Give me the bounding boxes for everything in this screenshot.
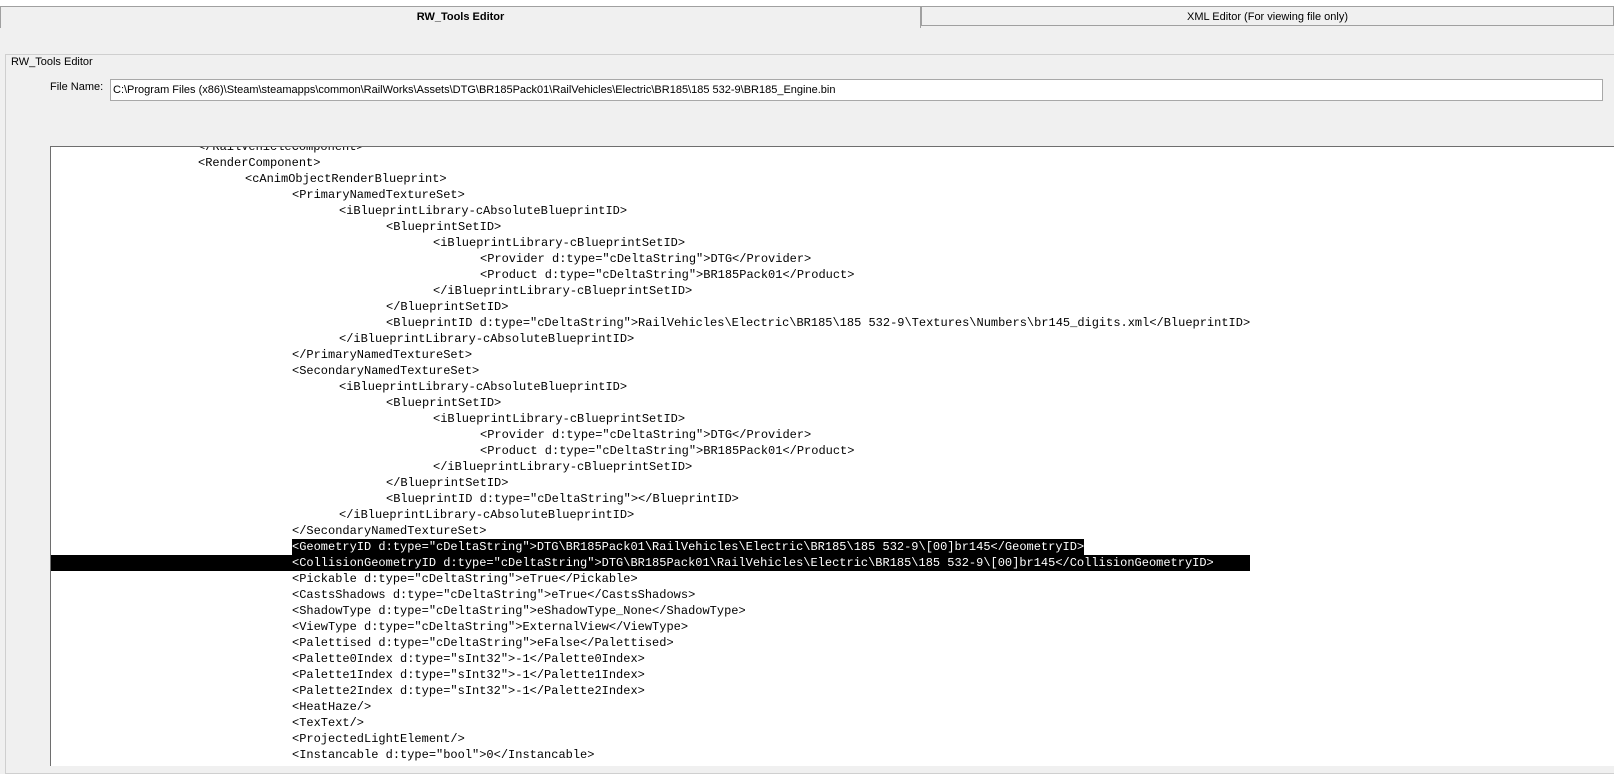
xml-line: <Palette0Index d:type="sInt32">-1</Palet… (55, 651, 1250, 667)
tab-divider (921, 7, 926, 26)
xml-line-text: <Product d:type="cDeltaString">BR185Pack… (480, 268, 855, 282)
xml-text-content: </RailVehicleComponent> <RenderComponent>… (51, 146, 1251, 763)
xml-line-text: <GeometryID d:type="cDeltaString">DTG\BR… (292, 539, 1085, 555)
xml-line-text: </PrimaryNamedTextureSet> (292, 348, 473, 362)
xml-line-text: <iBlueprintLibrary-cAbsoluteBlueprintID> (339, 380, 628, 394)
xml-line-text: <iBlueprintLibrary-cBlueprintSetID> (433, 236, 686, 250)
xml-line-text: </BlueprintSetID> (386, 476, 509, 490)
tab-xml-editor-label: XML Editor (For viewing file only) (1187, 11, 1348, 23)
xml-line-text: <ViewType d:type="cDeltaString">External… (292, 620, 689, 634)
tab-bar: RW_Tools Editor XML Editor (For viewing … (0, 6, 1614, 28)
xml-line-text: <Provider d:type="cDeltaString">DTG</Pro… (480, 428, 812, 442)
xml-line: <RenderComponent> (55, 155, 1250, 171)
xml-line-text: <Palette0Index d:type="sInt32">-1</Palet… (292, 652, 645, 666)
xml-line: </SecondaryNamedTextureSet> (55, 523, 1250, 539)
xml-line: <BlueprintID d:type="cDeltaString">RailV… (55, 315, 1250, 331)
xml-line-text: <CollisionGeometryID d:type="cDeltaStrin… (292, 555, 1214, 571)
xml-line: <Provider d:type="cDeltaString">DTG</Pro… (55, 251, 1250, 267)
xml-line: <GeometryID d:type="cDeltaString">DTG\BR… (55, 539, 1250, 555)
xml-line-text: <BlueprintID d:type="cDeltaString">RailV… (386, 316, 1251, 330)
xml-line: </iBlueprintLibrary-cBlueprintSetID> (55, 283, 1250, 299)
xml-line-text: <BlueprintID d:type="cDeltaString"></Blu… (386, 492, 739, 506)
xml-line: <Product d:type="cDeltaString">BR185Pack… (55, 267, 1250, 283)
xml-line-text: </RailVehicleComponent> (198, 146, 364, 154)
group-title: RW_Tools Editor (10, 56, 94, 68)
xml-line-text: </iBlueprintLibrary-cBlueprintSetID> (433, 284, 693, 298)
xml-line-text: <BlueprintSetID> (386, 396, 502, 410)
xml-line-text: <PrimaryNamedTextureSet> (292, 188, 465, 202)
xml-line: <Pickable d:type="cDeltaString">eTrue</P… (55, 571, 1250, 587)
xml-line-text: <BlueprintSetID> (386, 220, 502, 234)
xml-line-text: <ProjectedLightElement/> (292, 732, 465, 746)
xml-line: </iBlueprintLibrary-cAbsoluteBlueprintID… (55, 331, 1250, 347)
xml-line: <Instancable d:type="bool">0</Instancabl… (55, 747, 1250, 763)
xml-line-text: <HeatHaze/> (292, 700, 372, 714)
xml-line: <TexText/> (55, 715, 1250, 731)
xml-line-text: <cAnimObjectRenderBlueprint> (245, 172, 447, 186)
xml-line: <Product d:type="cDeltaString">BR185Pack… (55, 443, 1250, 459)
xml-line-text: </iBlueprintLibrary-cAbsoluteBlueprintID… (339, 332, 635, 346)
xml-line-text: </iBlueprintLibrary-cBlueprintSetID> (433, 460, 693, 474)
xml-line: <BlueprintID d:type="cDeltaString"></Blu… (55, 491, 1250, 507)
xml-line: <BlueprintSetID> (55, 219, 1250, 235)
xml-line: <CollisionGeometryID d:type="cDeltaStrin… (51, 555, 1251, 571)
xml-line: <ViewType d:type="cDeltaString">External… (55, 619, 1250, 635)
xml-line-text: </SecondaryNamedTextureSet> (292, 524, 487, 538)
file-name-field[interactable]: C:\Program Files (x86)\Steam\steamapps\c… (110, 79, 1603, 101)
xml-line-text: <Instancable d:type="bool">0</Instancabl… (292, 748, 595, 762)
xml-line-text: </BlueprintSetID> (386, 300, 509, 314)
xml-line: <iBlueprintLibrary-cBlueprintSetID> (55, 235, 1250, 251)
xml-line: <HeatHaze/> (55, 699, 1250, 715)
xml-line: <SecondaryNamedTextureSet> (55, 363, 1250, 379)
xml-line: <CastsShadows d:type="cDeltaString">eTru… (55, 587, 1250, 603)
xml-line: </iBlueprintLibrary-cBlueprintSetID> (55, 459, 1250, 475)
xml-line: <Palette2Index d:type="sInt32">-1</Palet… (55, 683, 1250, 699)
xml-line-text: <Pickable d:type="cDeltaString">eTrue</P… (292, 572, 638, 586)
xml-line-text: <Provider d:type="cDeltaString">DTG</Pro… (480, 252, 812, 266)
tab-xml-editor[interactable]: XML Editor (For viewing file only) (921, 6, 1614, 26)
xml-line: </RailVehicleComponent> (55, 146, 1250, 155)
xml-line-text: <Palette2Index d:type="sInt32">-1</Palet… (292, 684, 645, 698)
file-name-label: File Name: (50, 81, 104, 93)
xml-line-text: <iBlueprintLibrary-cAbsoluteBlueprintID> (339, 204, 628, 218)
xml-line: </PrimaryNamedTextureSet> (55, 347, 1250, 363)
xml-line-text: <RenderComponent> (198, 156, 321, 170)
xml-line-text: <SecondaryNamedTextureSet> (292, 364, 480, 378)
xml-line: </BlueprintSetID> (55, 475, 1250, 491)
xml-line: <PrimaryNamedTextureSet> (55, 187, 1250, 203)
xml-line-text: <Palette1Index d:type="sInt32">-1</Palet… (292, 668, 645, 682)
xml-line: <Palettised d:type="cDeltaString">eFalse… (55, 635, 1250, 651)
xml-line: <BlueprintSetID> (55, 395, 1250, 411)
tab-rw-tools-editor[interactable]: RW_Tools Editor (0, 6, 921, 28)
xml-line: <Provider d:type="cDeltaString">DTG</Pro… (55, 427, 1250, 443)
xml-line-text: <Palettised d:type="cDeltaString">eFalse… (292, 636, 674, 650)
xml-line: </BlueprintSetID> (55, 299, 1250, 315)
xml-line-text: <Product d:type="cDeltaString">BR185Pack… (480, 444, 855, 458)
xml-line: <iBlueprintLibrary-cAbsoluteBlueprintID> (55, 379, 1250, 395)
xml-line: </iBlueprintLibrary-cAbsoluteBlueprintID… (55, 507, 1250, 523)
xml-line: <iBlueprintLibrary-cAbsoluteBlueprintID> (55, 203, 1250, 219)
xml-line: <Palette1Index d:type="sInt32">-1</Palet… (55, 667, 1250, 683)
xml-line-text: <ShadowType d:type="cDeltaString">eShado… (292, 604, 746, 618)
xml-line-text: <CastsShadows d:type="cDeltaString">eTru… (292, 588, 696, 602)
xml-line: <ShadowType d:type="cDeltaString">eShado… (55, 603, 1250, 619)
xml-line-text: </iBlueprintLibrary-cAbsoluteBlueprintID… (339, 508, 635, 522)
xml-line-text: <iBlueprintLibrary-cBlueprintSetID> (433, 412, 686, 426)
xml-line: <ProjectedLightElement/> (55, 731, 1250, 747)
xml-line-text: <TexText/> (292, 716, 365, 730)
xml-line: <cAnimObjectRenderBlueprint> (55, 171, 1250, 187)
xml-text-editor[interactable]: </RailVehicleComponent> <RenderComponent>… (50, 146, 1614, 766)
xml-line: <iBlueprintLibrary-cBlueprintSetID> (55, 411, 1250, 427)
